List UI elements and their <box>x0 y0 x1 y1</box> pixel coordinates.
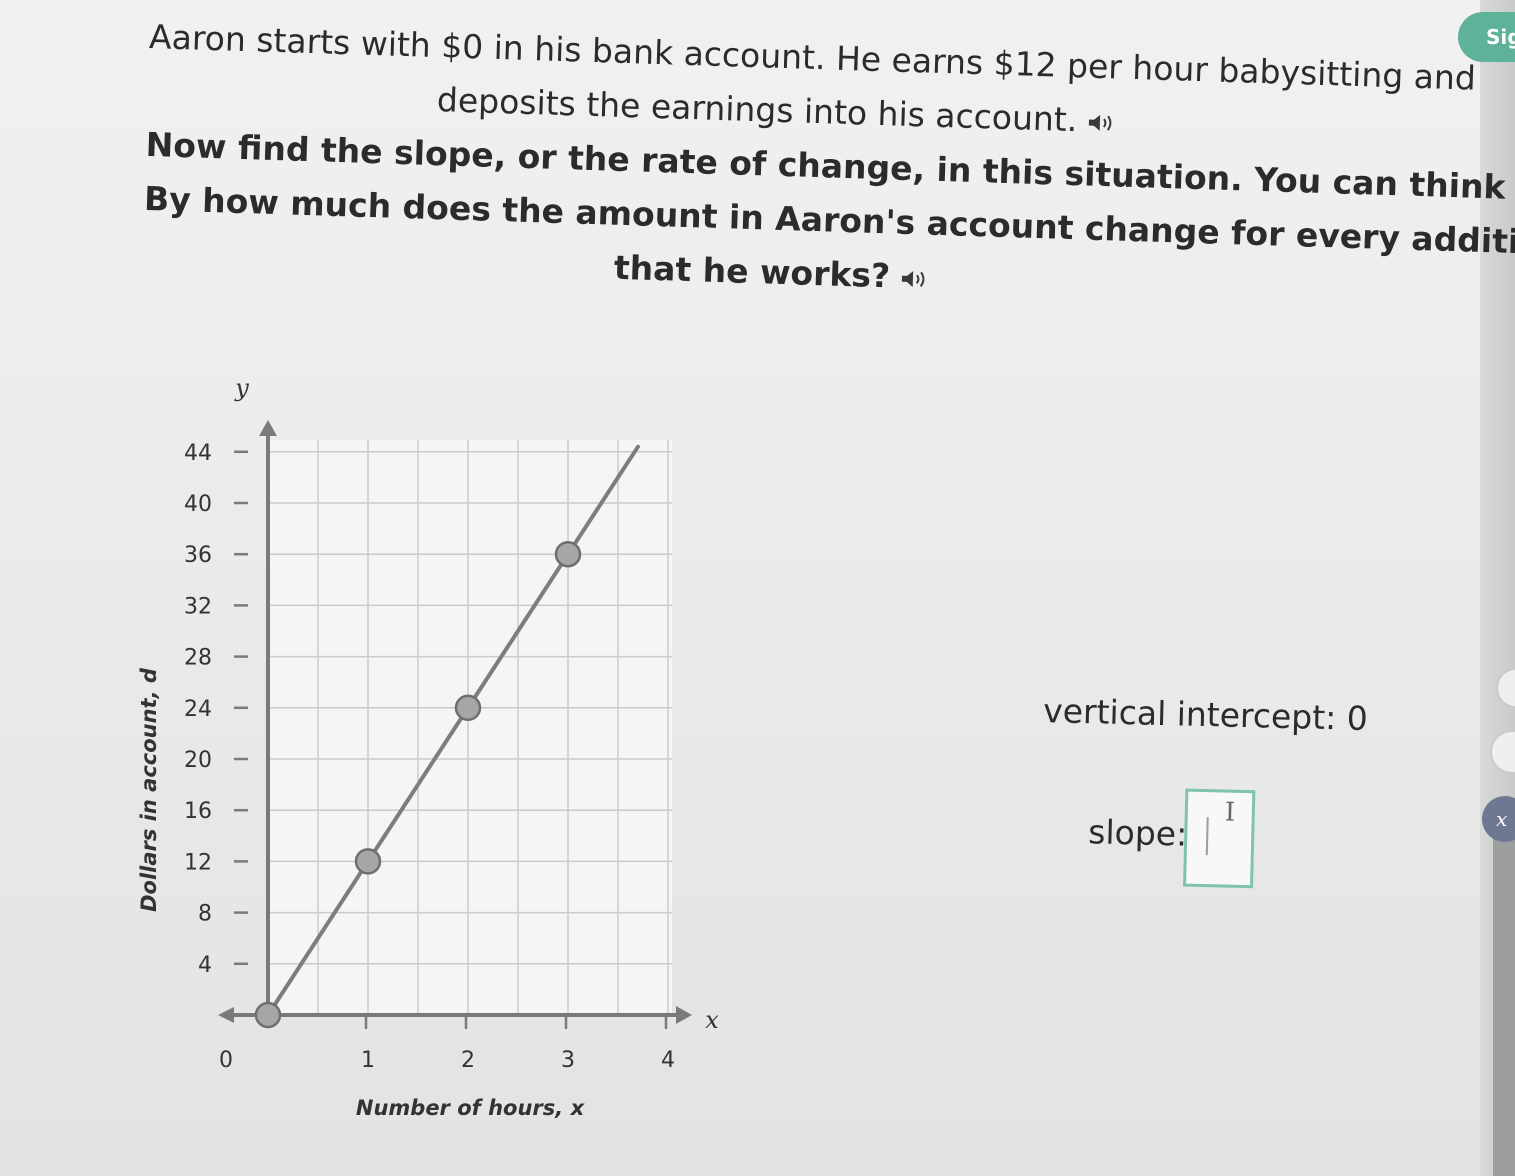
data-point[interactable] <box>554 540 582 568</box>
speaker-icon[interactable] <box>1087 112 1118 133</box>
y-tick-label: 8 <box>198 902 212 927</box>
slope-input[interactable] <box>1183 788 1256 889</box>
line-graph: 481216202428323640440 1 2 3 4 Dollars in acc… <box>137 374 719 1120</box>
x-axis-arrow <box>676 1006 692 1024</box>
x-tick-label: 1 <box>361 1048 375 1073</box>
vertical-intercept-label: vertical intercept: 0 <box>1042 691 1369 738</box>
x-axis-symbol: x <box>705 1006 719 1034</box>
y-tick-label: 20 <box>184 748 212 773</box>
data-point[interactable] <box>254 1001 282 1029</box>
x-tick-label: 2 <box>461 1048 475 1073</box>
sign-button[interactable]: Sig <box>1458 12 1515 62</box>
x-axis-arrow-left <box>218 1007 234 1023</box>
y-axis-label: Dollars in account, d <box>137 667 161 912</box>
y-tick-label: 28 <box>184 646 212 671</box>
slope-label: slope: <box>1087 812 1188 854</box>
y-tick-label: 36 <box>184 543 212 568</box>
answer-panel: vertical intercept: 0 slope: I <box>995 680 1368 909</box>
grid <box>268 440 672 1015</box>
data-point[interactable] <box>354 848 382 875</box>
data-point[interactable] <box>454 694 482 722</box>
y-tick-label: 12 <box>184 850 212 875</box>
y-axis-arrow <box>259 420 277 436</box>
y-tick-label: 32 <box>184 594 212 619</box>
speaker-icon[interactable] <box>900 268 931 289</box>
text-cursor-icon: I <box>1224 797 1236 828</box>
x-tick-label: 4 <box>661 1048 675 1073</box>
x-tick-label: 3 <box>561 1048 575 1073</box>
plot-area <box>268 440 672 1015</box>
scrollbar[interactable] <box>1493 820 1515 1176</box>
y-axis-symbol: y <box>234 374 249 402</box>
y-tick-label: 40 <box>184 492 212 517</box>
x-axis-label: Number of hours, x <box>356 1096 586 1120</box>
y-tick-label: 4 <box>198 953 212 978</box>
x-tick-label: 0 <box>219 1048 233 1073</box>
problem-statement: Aaron starts with $0 in his bank account… <box>142 10 1515 321</box>
question-line-text: that he works? <box>613 247 891 296</box>
y-tick-label: 16 <box>184 799 212 824</box>
y-tick-label: 24 <box>184 697 212 722</box>
y-tick-label: 44 <box>184 441 212 466</box>
